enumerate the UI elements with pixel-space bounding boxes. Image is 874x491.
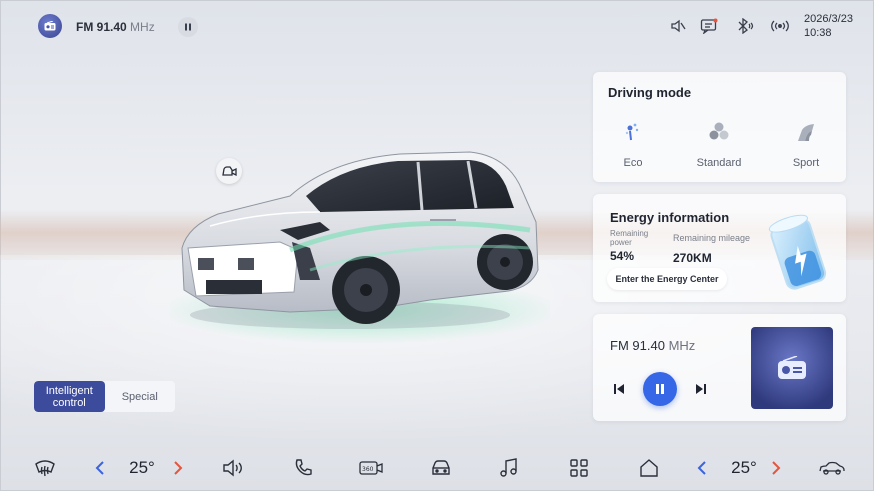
right-temp-up-button[interactable] xyxy=(766,445,786,491)
media-card: FM 91.40 MHz xyxy=(593,314,846,421)
radio-art xyxy=(751,327,833,409)
defrost-icon[interactable] xyxy=(30,445,60,491)
radio-band: FM xyxy=(76,20,94,34)
previous-icon[interactable] xyxy=(610,380,628,398)
bluetooth-icon[interactable] xyxy=(735,16,755,36)
eco-icon xyxy=(603,117,663,147)
radio-frequency[interactable]: FM 91.40 MHz xyxy=(76,20,155,34)
remaining-mileage-label: Remaining mileage xyxy=(673,233,751,243)
car-side-icon[interactable] xyxy=(814,445,850,491)
status-bar: FM 91.40 MHz 2026/3/23 10:38 xyxy=(0,0,874,50)
camera-360-icon[interactable]: 360 xyxy=(356,445,386,491)
play-pause-button[interactable] xyxy=(643,372,677,406)
energy-card: Energy information Remaining power 54% R… xyxy=(593,194,846,302)
clock: 2026/3/23 10:38 xyxy=(804,12,853,40)
mode-eco-label: Eco xyxy=(623,157,643,169)
time-text: 10:38 xyxy=(804,27,832,39)
control-mode-toggle: Intelligent control Special xyxy=(34,381,175,412)
battery-icon xyxy=(763,206,833,294)
home-icon[interactable] xyxy=(634,445,664,491)
apps-icon[interactable] xyxy=(564,445,594,491)
remaining-mileage-value: 270KM xyxy=(673,251,712,265)
driving-mode-card: Driving mode Eco Standard Sport xyxy=(593,72,846,182)
driving-mode-title: Driving mode xyxy=(608,85,692,100)
remaining-power-label: Remaining power xyxy=(610,229,649,247)
car-icon[interactable] xyxy=(426,445,456,491)
media-freq-value: 91.40 xyxy=(632,338,665,353)
pause-icon[interactable] xyxy=(178,17,198,37)
volume-icon[interactable] xyxy=(218,445,248,491)
media-frequency: FM 91.40 MHz xyxy=(610,338,695,353)
left-temp-down-button[interactable] xyxy=(90,445,110,491)
radio-icon[interactable] xyxy=(38,14,62,38)
energy-title: Energy information xyxy=(610,210,730,225)
music-icon[interactable] xyxy=(494,445,524,491)
mode-eco[interactable]: Eco xyxy=(603,117,663,169)
date-text: 2026/3/23 xyxy=(804,13,853,25)
bottom-bar: 25° 360 25° xyxy=(0,445,874,491)
energy-center-button[interactable]: Enter the Energy Center xyxy=(607,268,727,290)
signal-icon[interactable] xyxy=(770,16,790,36)
phone-icon[interactable] xyxy=(288,445,318,491)
mode-sport-label: Sport xyxy=(792,157,820,169)
pause-icon xyxy=(656,384,664,394)
media-freq-unit: MHz xyxy=(668,338,696,353)
mode-sport[interactable]: Sport xyxy=(776,117,836,169)
radio-freq-value: 91.40 xyxy=(96,20,127,34)
sport-icon xyxy=(776,117,836,147)
svg-text:360: 360 xyxy=(362,466,374,473)
radio-freq-unit: MHz xyxy=(130,20,155,34)
message-icon[interactable] xyxy=(699,16,719,36)
right-temp-down-button[interactable] xyxy=(692,445,712,491)
next-icon[interactable] xyxy=(692,380,710,398)
left-temperature: 25° xyxy=(129,458,155,477)
mode-standard[interactable]: Standard xyxy=(689,117,749,169)
left-temp-up-button[interactable] xyxy=(168,445,188,491)
segment-special[interactable]: Special xyxy=(105,381,176,412)
camera-view-button[interactable] xyxy=(216,158,242,184)
segment-intelligent-control[interactable]: Intelligent control xyxy=(34,381,105,412)
standard-icon xyxy=(689,117,749,147)
mode-standard-label: Standard xyxy=(696,157,742,169)
right-temperature: 25° xyxy=(731,458,757,477)
remaining-power-value: 54% xyxy=(610,249,635,263)
radio-icon xyxy=(778,356,806,379)
mute-icon[interactable] xyxy=(668,16,688,36)
media-band: FM xyxy=(610,338,629,353)
